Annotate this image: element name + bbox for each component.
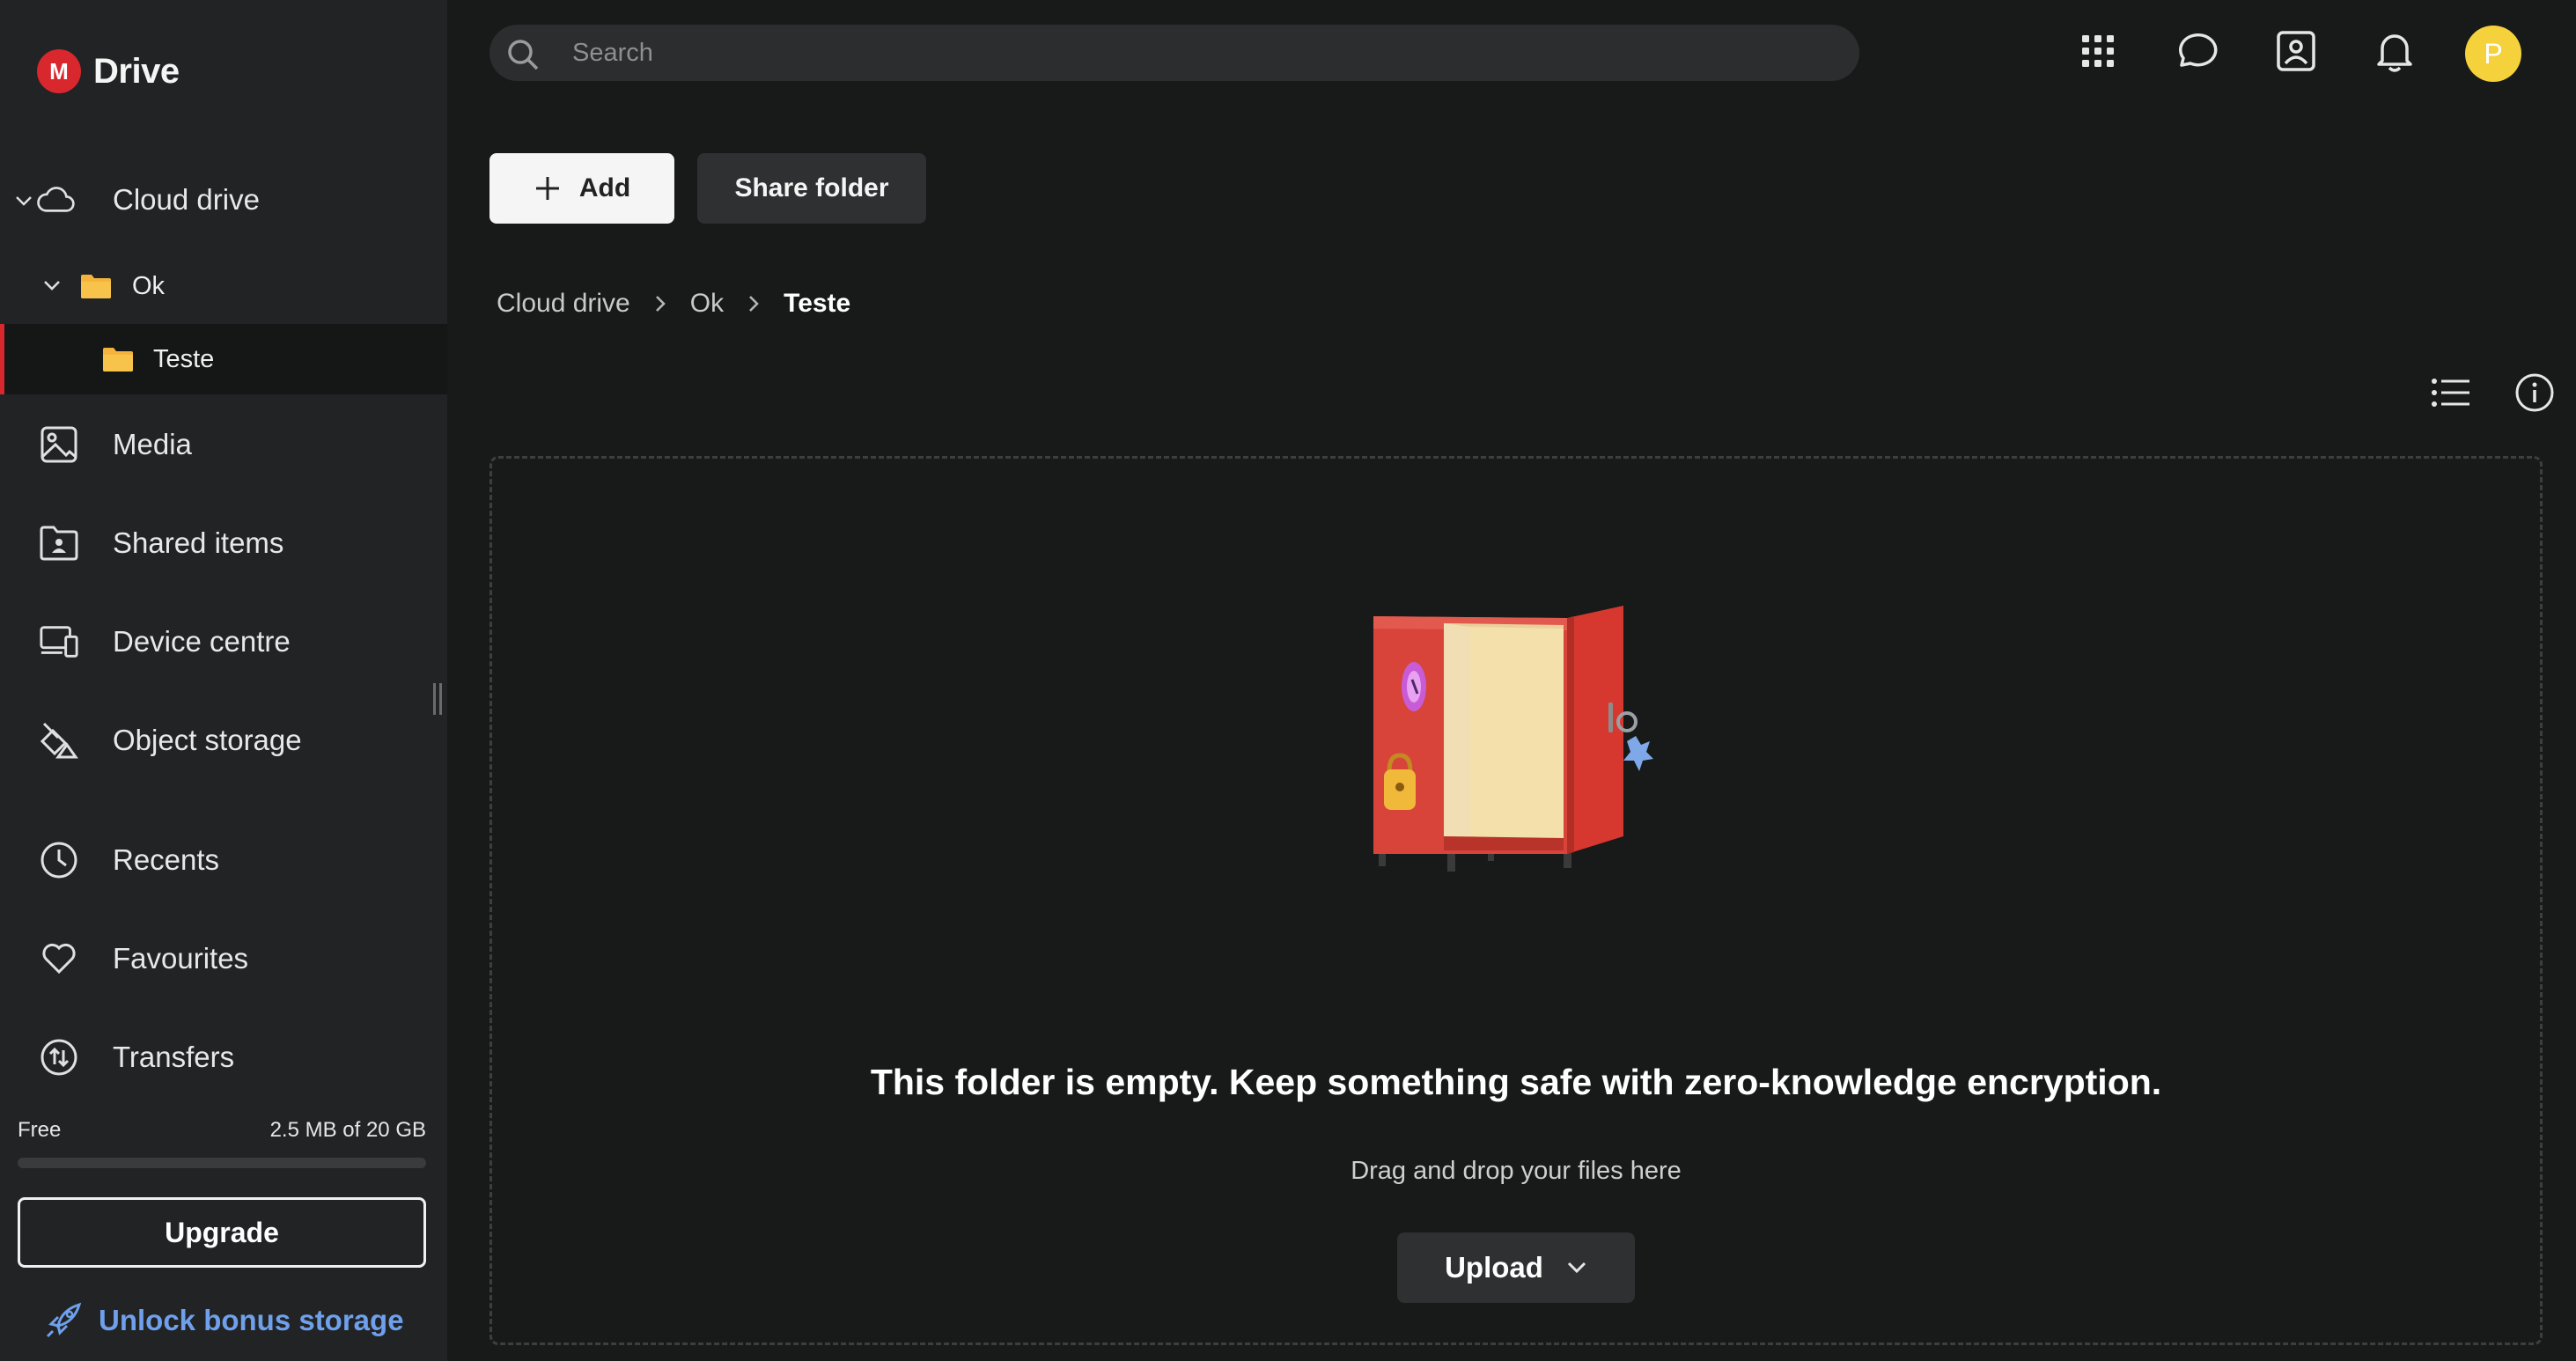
tree-item-label: Teste [153, 344, 215, 373]
folder-icon [81, 275, 111, 298]
mega-logo-icon: M [37, 49, 81, 93]
sidebar-item-label: Cloud drive [113, 183, 260, 216]
upgrade-button[interactable]: Upgrade [18, 1197, 426, 1268]
chevron-down-icon[interactable] [42, 278, 62, 294]
breadcrumb-item-teste: Teste [784, 289, 851, 318]
app-title: Drive [93, 51, 180, 91]
sidebar-item-label: Media [113, 428, 192, 460]
sidebar-item-object-storage[interactable]: Object storage [0, 720, 447, 761]
contacts-icon[interactable] [2271, 26, 2321, 76]
breadcrumb-item-ok[interactable]: Ok [690, 289, 724, 319]
sidebar-item-shared-items[interactable]: Shared items [0, 523, 447, 563]
sidebar-item-label: Object storage [113, 724, 302, 756]
chat-icon[interactable] [2172, 26, 2221, 76]
sidebar-item-recents[interactable]: Recents [0, 840, 447, 880]
sidebar-item-media[interactable]: Media [0, 424, 447, 465]
chevron-right-icon [653, 294, 667, 313]
share-folder-button[interactable]: Share folder [697, 153, 926, 224]
sidebar-resize-handle[interactable] [433, 683, 444, 715]
add-button-label: Add [578, 173, 631, 202]
bell-icon[interactable] [2370, 26, 2419, 76]
storage-plan: Free [18, 1118, 62, 1142]
sidebar-item-transfers[interactable]: Transfers [0, 1037, 447, 1078]
storage-usage: 2.5 MB of 20 GB [269, 1118, 426, 1142]
sidebar-item-label: Recents [113, 843, 220, 876]
search-bar[interactable] [489, 25, 1859, 81]
breadcrumb-item-cloud-drive[interactable]: Cloud drive [497, 289, 630, 319]
object-storage-icon [39, 720, 79, 761]
avatar[interactable]: P [2465, 26, 2521, 82]
chevron-down-icon[interactable] [14, 191, 33, 210]
heart-icon [39, 938, 79, 979]
upload-button-label: Upload [1445, 1251, 1543, 1284]
drop-zone[interactable] [489, 456, 2543, 1345]
folder-icon [103, 348, 133, 372]
breadcrumb: Cloud drive Ok Teste [497, 289, 850, 319]
apps-grid-icon[interactable] [2073, 26, 2123, 76]
sidebar-item-label: Device centre [113, 625, 291, 658]
unlock-bonus-storage-label: Unlock bonus storage [99, 1304, 404, 1336]
sidebar-item-device-centre[interactable]: Device centre [0, 622, 447, 662]
shared-folder-icon [39, 523, 79, 563]
open-locker-illustration-icon [1373, 606, 1653, 872]
empty-state-title: This folder is empty. Keep something saf… [870, 1062, 2162, 1102]
tree-item-label: Ok [132, 271, 166, 300]
sidebar-item-label: Favourites [113, 942, 249, 975]
sidebar-item-label: Shared items [113, 526, 284, 559]
sidebar: M Drive Cloud drive Ok Teste Media Share… [0, 0, 447, 1361]
add-button[interactable]: Add [489, 153, 674, 224]
plus-icon [535, 177, 559, 200]
chevron-right-icon [747, 294, 761, 313]
clock-icon [39, 840, 79, 880]
storage-progress-bar [18, 1158, 426, 1168]
info-icon[interactable] [2512, 370, 2558, 416]
tree-item-ok[interactable]: Ok [0, 252, 447, 320]
empty-state-subtitle: Drag and drop your files here [1351, 1157, 1682, 1185]
transfers-icon [39, 1037, 79, 1078]
sidebar-item-label: Transfers [113, 1041, 235, 1073]
unlock-bonus-storage-link[interactable]: Unlock bonus storage [44, 1301, 404, 1340]
rocket-icon [46, 1302, 82, 1338]
devices-icon [39, 622, 79, 662]
list-view-icon[interactable] [2428, 370, 2474, 416]
sidebar-item-cloud-drive[interactable]: Cloud drive [0, 179, 447, 221]
chevron-down-icon [1567, 1262, 1586, 1274]
app-logo[interactable]: M Drive [37, 49, 180, 93]
image-icon [39, 424, 79, 465]
search-input[interactable] [572, 25, 1805, 81]
search-icon [508, 40, 539, 70]
cloud-icon [35, 180, 76, 220]
upload-button[interactable]: Upload [1397, 1232, 1635, 1303]
tree-item-teste[interactable]: Teste [0, 324, 447, 394]
sidebar-item-favourites[interactable]: Favourites [0, 938, 447, 979]
